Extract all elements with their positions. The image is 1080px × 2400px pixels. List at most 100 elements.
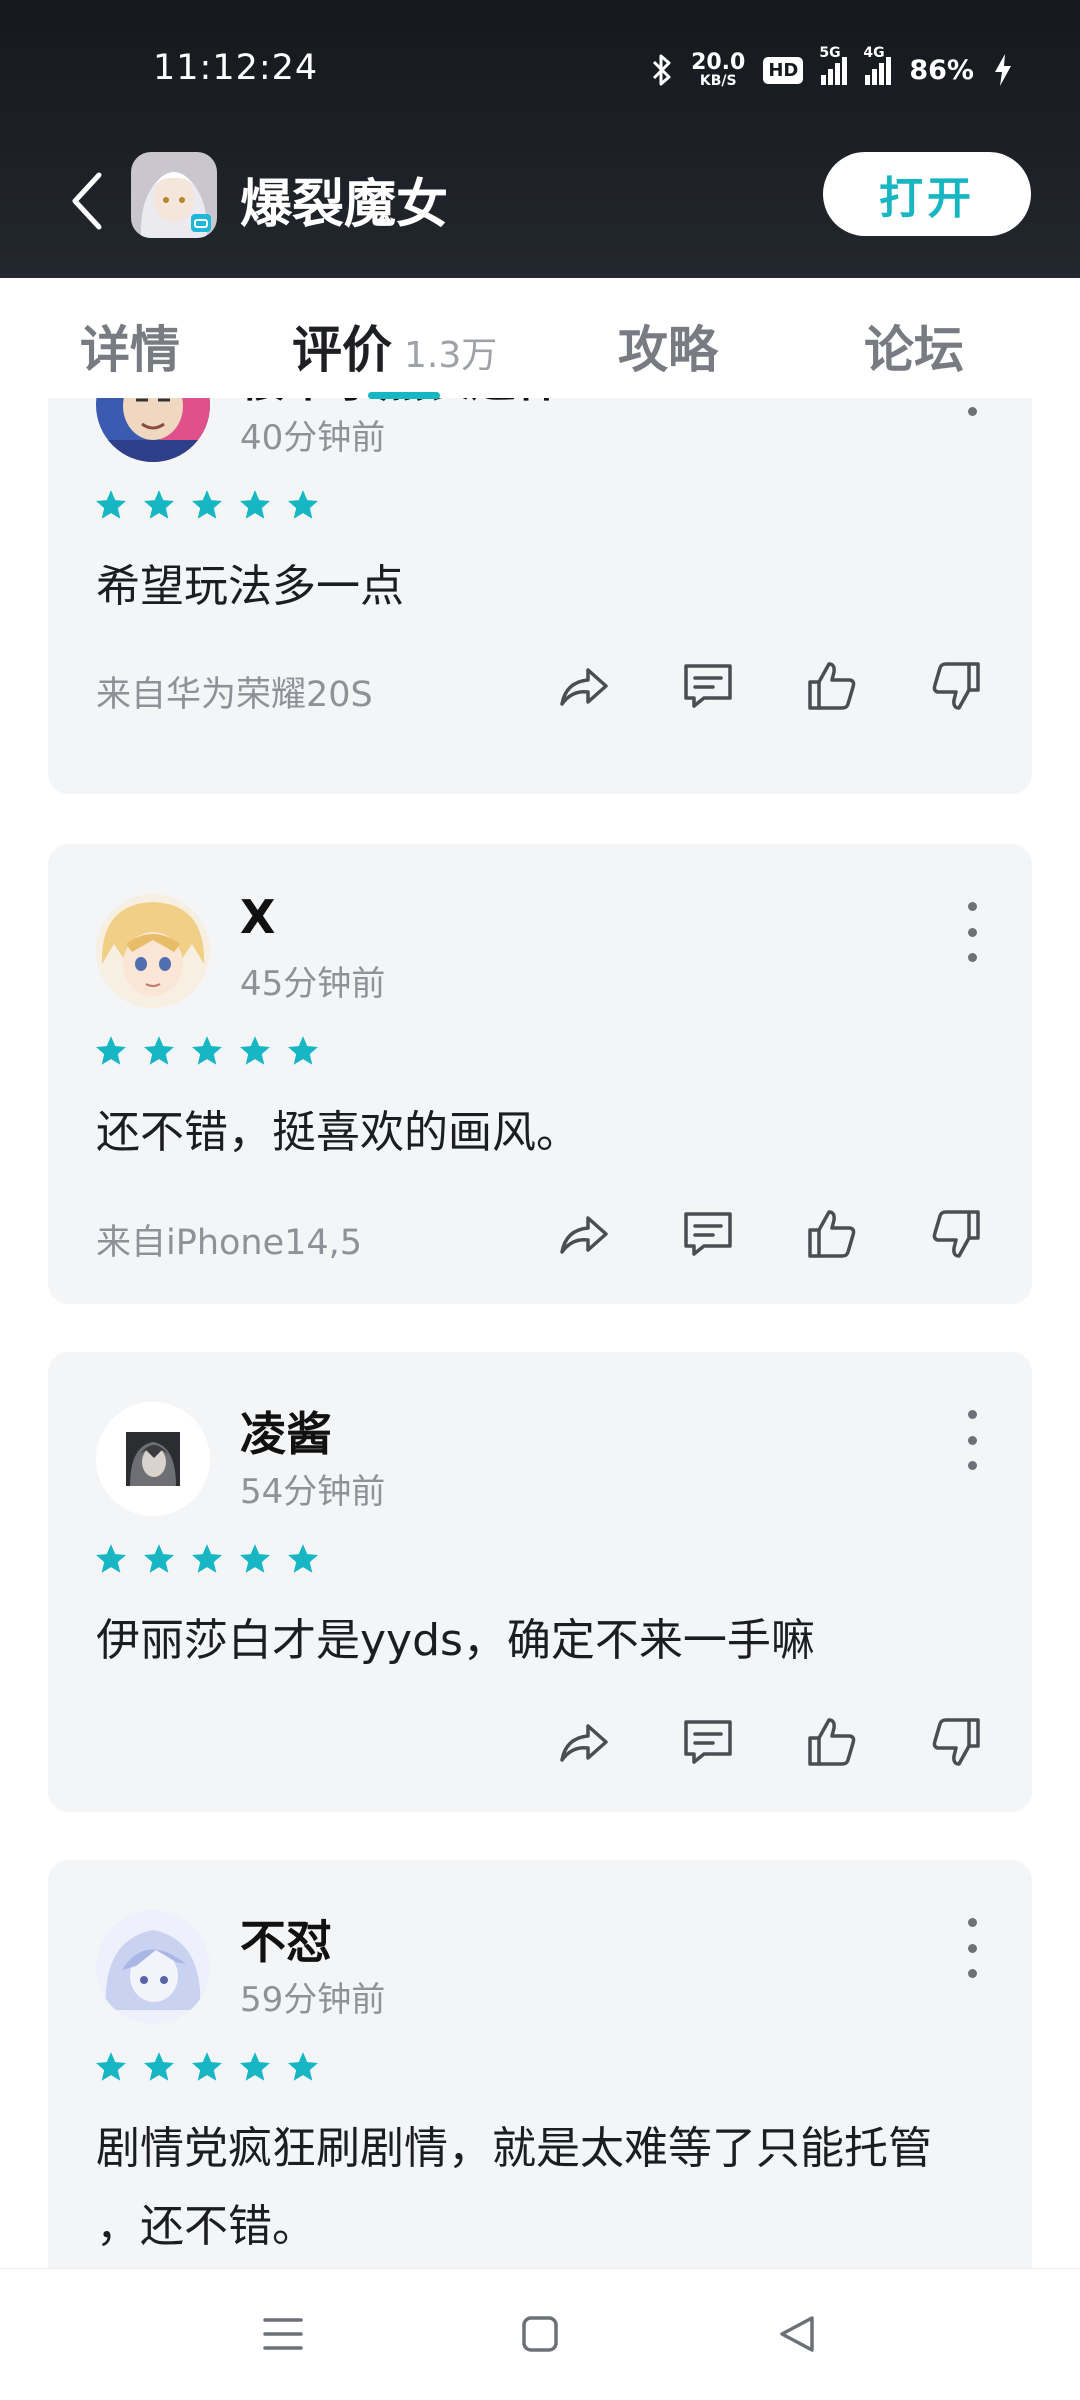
more-vertical-icon[interactable] [964,1918,980,1978]
star-icon [95,490,127,519]
more-vertical-icon[interactable] [964,398,980,416]
bluetooth-icon [653,54,671,86]
user-name[interactable]: 不怼 [240,1906,332,1972]
dislike-button[interactable] [928,1206,984,1262]
share-icon [560,668,608,706]
star-icon [239,1544,271,1573]
more-vertical-icon[interactable] [964,1410,980,1470]
more-vertical-icon[interactable] [964,902,980,962]
star-icon [191,1544,223,1573]
user-name[interactable]: X [240,890,275,944]
like-button[interactable] [804,1206,860,1262]
tab-details[interactable]: 详情 [80,310,180,382]
comment-icon [684,664,732,708]
app-header: 11:12:24 20.0 KB/S HD 5G 4G 86% 爆裂魔女 打开 [0,0,1080,278]
nav-home-button[interactable] [505,2299,575,2369]
app-bar: 爆裂魔女 打开 [0,140,1080,278]
star-icon [95,1544,127,1573]
signal-4g-icon: 4G [863,45,892,85]
review-time: 54分钟前 [240,1472,386,1512]
star-icon [287,2052,319,2081]
star-icon [239,2052,271,2081]
tab-forum[interactable]: 论坛 [864,310,964,382]
back-button[interactable] [62,166,112,236]
home-square-icon [522,2316,558,2352]
review-time: 45分钟前 [240,964,386,1004]
review-time: 40分钟前 [240,418,386,458]
hd-badge: HD [763,56,804,84]
review-card: 楼下小黑长这样 40分钟前 希望玩法多一点 来自华为荣耀20S [48,398,1032,794]
comment-button[interactable] [680,1206,736,1262]
comment-icon [684,1720,732,1764]
share-button[interactable] [556,1714,612,1770]
user-name[interactable]: 凌酱 [240,1398,332,1464]
thumbs-down-icon [932,662,980,710]
back-triangle-icon [780,2316,814,2352]
review-list[interactable]: 楼下小黑长这样 40分钟前 希望玩法多一点 来自华为荣耀20S [0,398,1080,2268]
star-icon [239,490,271,519]
comment-button[interactable] [680,658,736,714]
review-actions [556,1206,984,1262]
comment-icon [684,1212,732,1256]
review-card: 不怼 59分钟前 剧情党疯狂刷剧情，就是太难等了只能托管 ，还不错。 [48,1860,1032,2268]
open-button[interactable]: 打开 [823,152,1031,236]
star-icon [143,1036,175,1065]
star-icon [95,1036,127,1065]
review-content[interactable]: 剧情党疯狂刷剧情，就是太难等了只能托管 ，还不错。 [96,2110,986,2266]
review-card: X 45分钟前 还不错，挺喜欢的画风。 来自iPhone14,5 [48,844,1032,1304]
star-icon [191,490,223,519]
review-actions [556,658,984,714]
like-button[interactable] [804,1714,860,1770]
battery-level: 86% [909,54,974,86]
star-icon [287,490,319,519]
share-button[interactable] [556,658,612,714]
net-speed: 20.0 KB/S [691,50,746,89]
review-time: 59分钟前 [240,1980,386,2020]
star-icon [191,2052,223,2081]
star-icon [191,1036,223,1065]
status-icons: 20.0 KB/S HD 5G 4G 86% [651,45,1014,92]
star-rating [94,2050,320,2084]
star-rating [94,1034,320,1068]
status-bar: 11:12:24 20.0 KB/S HD 5G 4G 86% [0,0,1080,140]
comment-button[interactable] [680,1714,736,1770]
star-icon [287,1036,319,1065]
thumbs-down-icon [932,1210,980,1258]
tab-guides[interactable]: 攻略 [618,310,718,382]
review-content[interactable]: 希望玩法多一点 [96,548,986,626]
nav-menu-button[interactable] [248,2299,318,2369]
device-source: 来自iPhone14,5 [96,1223,363,1263]
nav-back-button[interactable] [762,2299,832,2369]
like-button[interactable] [804,658,860,714]
star-rating [94,488,320,522]
user-name[interactable]: 楼下小黑长这样 [240,398,562,410]
star-icon [95,2052,127,2081]
tab-reviews[interactable]: 评价 1.3万 [292,310,497,382]
avatar[interactable] [96,1402,210,1516]
review-content[interactable]: 还不错，挺喜欢的画风。 [96,1094,986,1172]
star-icon [143,2052,175,2081]
thumbs-up-icon [808,1210,856,1258]
dislike-button[interactable] [928,658,984,714]
share-button[interactable] [556,1206,612,1262]
share-icon [560,1724,608,1762]
avatar[interactable] [96,894,210,1008]
star-icon [143,490,175,519]
tab-indicator [368,392,440,399]
avatar[interactable] [96,1910,210,2024]
dislike-button[interactable] [928,1714,984,1770]
review-content[interactable]: 伊丽莎白才是yyds，确定不来一手嘛 [96,1602,986,1680]
star-icon [287,1544,319,1573]
thumbs-up-icon [808,1718,856,1766]
review-actions [556,1714,984,1770]
review-count: 1.3万 [404,335,498,376]
star-icon [143,1544,175,1573]
star-rating [94,1542,320,1576]
menu-icon [263,2318,303,2350]
app-title: 爆裂魔女 [240,175,449,235]
status-time: 11:12:24 [153,48,319,88]
thumbs-down-icon [932,1718,980,1766]
app-icon [131,152,217,238]
avatar[interactable] [96,398,210,462]
chevron-left-icon [72,172,102,230]
